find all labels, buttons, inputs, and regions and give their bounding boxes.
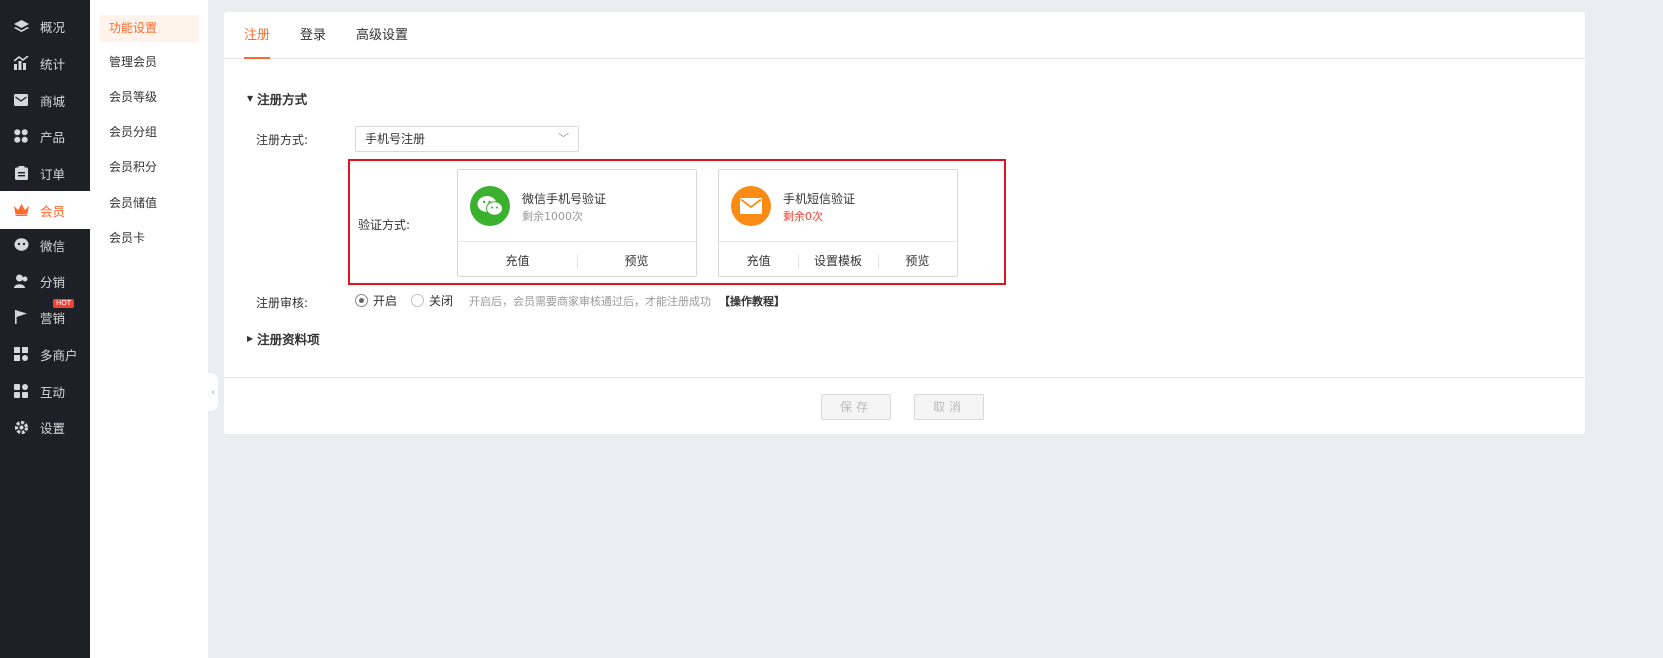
nav-label: 订单 [40,166,66,182]
mail-icon [12,91,30,109]
users-icon [12,272,30,290]
audit-label: 注册审核: [256,296,309,310]
reg-method-label: 注册方式: [256,133,309,147]
preview-button[interactable]: 预览 [877,252,957,269]
tutorial-link[interactable]: 【操作教程】 [719,293,785,309]
subnav-item-member-groups[interactable]: 会员分组 [99,119,199,146]
tab-register[interactable]: 注册 [244,12,271,59]
card-remain: 剩余1000次 [522,210,583,223]
radio-dot [355,294,368,307]
subnav-item-member-balance[interactable]: 会员储值 [99,190,199,217]
section-profile-fields[interactable]: ▶ 注册资料项 [247,329,320,348]
caret-down-icon: ▼ [247,94,254,103]
tab-advanced[interactable]: 高级设置 [356,12,408,59]
verify-method-label: 验证方式: [358,218,411,232]
tab-bar: 注册 登录 高级设置 [224,12,1585,59]
nav-item-wechat[interactable]: 微信 [0,226,90,264]
subnav-item-member-levels[interactable]: 会员等级 [99,84,199,111]
nav-item-distribution[interactable]: 分销 [0,262,90,300]
grid-icon [12,127,30,145]
crown-icon [12,201,30,219]
card-actions: 充值 设置模板 预览 [719,242,957,278]
recharge-button[interactable]: 充值 [458,252,577,269]
tab-login[interactable]: 登录 [300,12,326,59]
subnav-item-member-points[interactable]: 会员积分 [99,154,199,181]
nav-item-overview[interactable]: 概况 [0,7,90,45]
chevron-down-icon: ﹀ [558,132,569,145]
section-title-text: 注册方式 [257,92,308,107]
subnav-item-feature-settings[interactable]: 功能设置 [99,15,199,42]
radio-label: 开启 [373,294,398,308]
recharge-button[interactable]: 充值 [719,252,798,269]
card-name: 微信手机号验证 [522,192,607,206]
hot-badge: HOT [53,299,75,308]
nav-label: 会员 [40,203,66,219]
subnav-item-manage-members[interactable]: 管理会员 [99,49,199,76]
form-footer: 保存 取消 [224,377,1585,434]
card-actions: 充值 预览 [458,242,696,278]
cancel-button[interactable]: 取消 [914,394,984,420]
nav-item-orders[interactable]: 订单 [0,154,90,192]
audit-radio-group: 开启 关闭 开启后，会员需要商家审核通过后，才能注册成功 【操作教程】 [355,292,785,309]
layers-icon [12,17,30,35]
wechat-verify-card[interactable]: 微信手机号验证 剩余1000次 充值 预览 [457,169,697,277]
nav-item-products[interactable]: 产品 [0,117,90,155]
card-name: 手机短信验证 [783,192,856,206]
reg-method-select[interactable]: 手机号注册 ﹀ [355,126,579,152]
nav-item-interact[interactable]: 互动 [0,372,90,410]
gear-icon [12,418,30,436]
interact-icon [12,382,30,400]
clipboard-icon [12,164,30,182]
nav-item-mall[interactable]: 商城 [0,81,90,119]
card-remain: 剩余0次 [783,210,823,223]
nav-item-settings[interactable]: 设置 [0,408,90,446]
card-head: 手机短信验证 剩余0次 [719,170,957,242]
nav-label: 统计 [40,56,66,72]
flag-icon [12,308,30,326]
nav-label: 分销 [40,274,66,290]
nav-label: 微信 [40,238,66,254]
audit-off-radio[interactable]: 关闭 [411,292,453,309]
chevron-left-icon: ‹ [211,386,215,398]
collapse-sidebar-handle[interactable]: ‹ [208,373,218,411]
nav-label: 商城 [40,93,66,109]
nav-label: 多商户 [40,347,78,363]
nav-label: 产品 [40,129,66,145]
save-button[interactable]: 保存 [821,394,891,420]
envelope-icon [731,186,771,226]
audit-on-radio[interactable]: 开启 [355,292,397,309]
section-register-method[interactable]: ▼ 注册方式 [247,89,307,108]
nav-label: 营销 [40,310,66,326]
main-panel: 注册 登录 高级设置 ▼ 注册方式 注册方式: 手机号注册 ﹀ 验证方式: 微信… [224,12,1585,434]
store-icon [12,345,30,363]
nav-label: 互动 [40,384,66,400]
nav-item-marketing[interactable]: 营销 HOT [0,298,90,336]
reg-method-value: 手机号注册 [365,132,426,146]
nav-item-multi-merchant[interactable]: 多商户 [0,335,90,373]
card-head: 微信手机号验证 剩余1000次 [458,170,696,242]
wechat-logo-icon [470,186,510,226]
nav-label: 概况 [40,19,66,35]
preview-button[interactable]: 预览 [577,252,696,269]
subnav-item-member-card[interactable]: 会员卡 [99,225,199,252]
nav-item-stats[interactable]: 统计 [0,44,90,82]
wechat-icon [12,236,30,254]
chart-icon [12,54,30,72]
set-template-button[interactable]: 设置模板 [798,252,877,269]
radio-label: 关闭 [429,294,454,308]
primary-sidebar: 概况 统计 商城 产品 订单 会员 微信 分销 营销 HOT 多商户 互动 设置 [0,0,92,658]
nav-item-members[interactable]: 会员 [0,191,92,229]
sms-verify-card[interactable]: 手机短信验证 剩余0次 充值 设置模板 预览 [718,169,958,277]
section-title-text: 注册资料项 [257,332,320,347]
nav-label: 设置 [40,420,66,436]
caret-right-icon: ▶ [247,334,254,343]
secondary-sidebar: 功能设置 管理会员 会员等级 会员分组 会员积分 会员储值 会员卡 [90,0,208,658]
audit-hint: 开启后，会员需要商家审核通过后，才能注册成功 [469,294,712,308]
radio-dot [411,294,425,307]
